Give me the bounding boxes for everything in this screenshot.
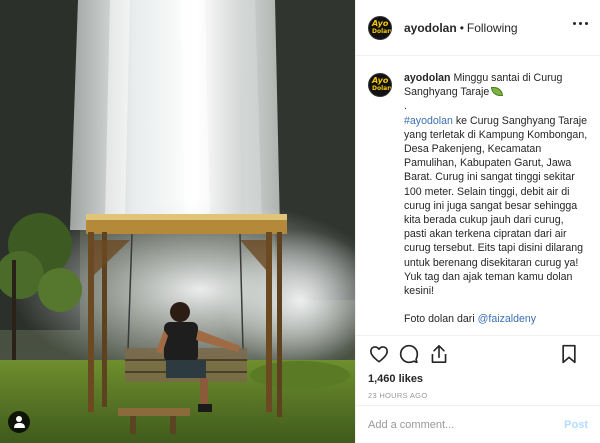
avatar-logo-line1: Ayo: [372, 18, 389, 28]
user-tag-head: [16, 416, 22, 422]
caption-text: ayodolan Minggu santai di Curug Sanghyan…: [404, 71, 588, 326]
caption-avatar[interactable]: Ayo Dolan: [368, 73, 392, 97]
caption-credit: Foto dolan dari: [404, 313, 478, 326]
following-button[interactable]: Following: [467, 21, 518, 35]
header-username[interactable]: ayodolan: [404, 21, 457, 35]
comment-icon[interactable]: [398, 343, 420, 365]
header-separator: •: [459, 20, 464, 35]
caption-body: ke Curug Sanghyang Taraje yang terletak …: [404, 114, 588, 298]
share-icon[interactable]: [428, 343, 450, 365]
heart-icon[interactable]: [368, 343, 390, 365]
user-tag-icon[interactable]: [8, 411, 30, 433]
caption-avatar-logo-line2: Dolan: [372, 85, 392, 92]
caption-dot: .: [404, 100, 407, 113]
post-detail-panel: Ayo Dolan ayodolan • Following Ayo Dolan…: [355, 0, 600, 443]
action-icons-row: [368, 336, 588, 372]
more-options-icon[interactable]: [573, 22, 588, 25]
avatar[interactable]: Ayo Dolan: [368, 15, 392, 40]
likes-count[interactable]: 1,460 likes: [368, 372, 588, 386]
hashtag-link[interactable]: #ayodolan: [404, 115, 453, 127]
mention-link[interactable]: @faizaldeny: [478, 313, 536, 325]
bookmark-icon[interactable]: [558, 343, 580, 365]
waterfall-swing-photo: [0, 0, 355, 443]
caption-area: Ayo Dolan ayodolan Minggu santai di Curu…: [356, 57, 600, 335]
post-header: Ayo Dolan ayodolan • Following: [356, 0, 600, 56]
caption-avatar-logo-line1: Ayo: [372, 76, 389, 85]
avatar-logo-line2: Dolan: [372, 27, 392, 35]
user-tag-body: [13, 423, 25, 428]
post-timestamp[interactable]: 23 HOURS AGO: [368, 391, 588, 400]
post-comment-button[interactable]: Post: [564, 419, 588, 431]
comment-box: Post: [356, 405, 600, 443]
comment-input[interactable]: [368, 418, 565, 431]
leaf-emoji-icon: [491, 87, 504, 97]
actions-area: 1,460 likes 23 HOURS AGO: [356, 335, 600, 405]
caption-username[interactable]: ayodolan: [404, 72, 451, 84]
post-photo[interactable]: [0, 0, 355, 443]
caption-row: Ayo Dolan ayodolan Minggu santai di Curu…: [368, 71, 588, 326]
